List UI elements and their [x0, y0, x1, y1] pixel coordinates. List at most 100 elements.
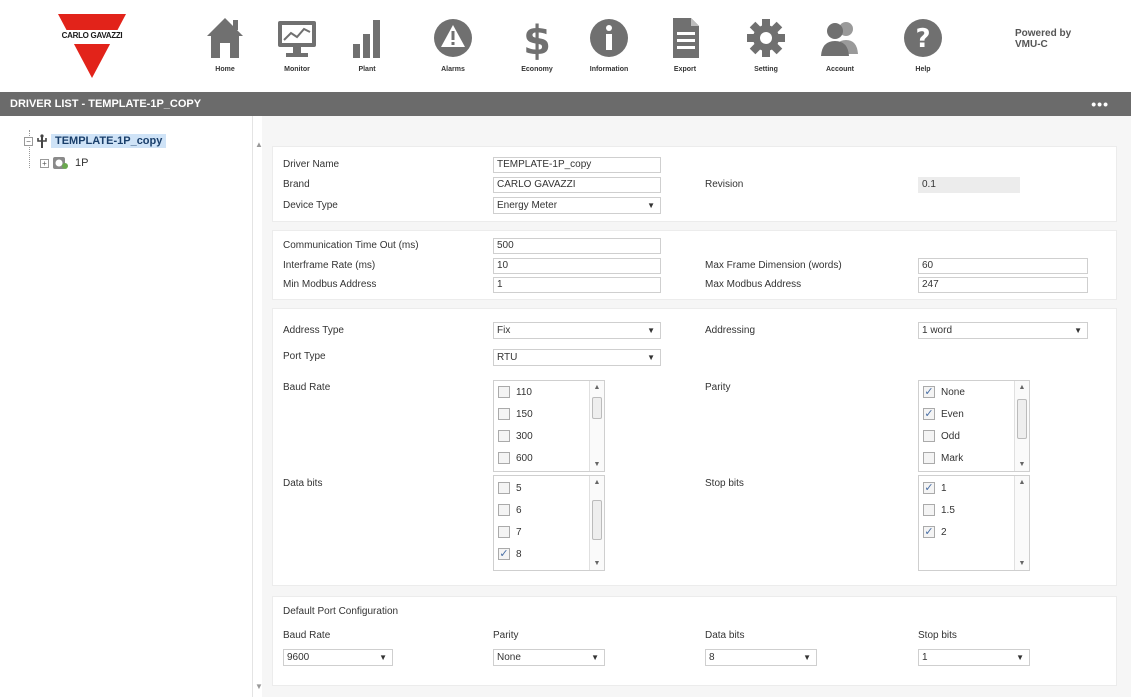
data-bits-option[interactable]: 7: [498, 526, 522, 538]
scroll-thumb[interactable]: [592, 397, 602, 419]
scroll-down-icon[interactable]: ▼: [1015, 560, 1029, 567]
scroll-thumb[interactable]: [592, 500, 602, 540]
checkbox[interactable]: [498, 526, 510, 538]
tree-node-1p[interactable]: + 1P: [40, 156, 92, 170]
device-type-select[interactable]: Energy Meter ▼: [493, 197, 661, 214]
nav-help[interactable]: ? Help: [888, 16, 958, 86]
option-label: Odd: [941, 430, 960, 442]
interframe-field[interactable]: 10: [493, 258, 661, 274]
driver-info-section: Driver Name TEMPLATE-1P_copy Brand CARLO…: [272, 146, 1117, 222]
brand-field[interactable]: CARLO GAVAZZI: [493, 177, 661, 193]
baud-option[interactable]: 110: [498, 386, 532, 398]
checkbox[interactable]: ✓: [923, 482, 935, 494]
nav-alarms[interactable]: Alarms: [418, 16, 488, 86]
users-icon: [821, 22, 858, 56]
stop-bits-option[interactable]: ✓ 1: [923, 482, 947, 494]
tree-node-root[interactable]: − TEMPLATE-1P_copy: [24, 134, 167, 148]
chevron-down-icon: ▼: [1016, 653, 1024, 662]
data-bits-option[interactable]: ✓ 8: [498, 548, 522, 560]
default-stop-bits-select[interactable]: 1 ▼: [918, 649, 1030, 666]
addressing-select[interactable]: 1 word ▼: [918, 322, 1088, 339]
bar-chart-icon: [353, 20, 380, 58]
comm-timeout-field[interactable]: 500: [493, 238, 661, 254]
stop-bits-option[interactable]: ✓ 2: [923, 526, 947, 538]
nav-monitor[interactable]: Monitor: [262, 16, 332, 86]
nav-account[interactable]: Account: [805, 16, 875, 86]
parity-option[interactable]: Odd: [923, 430, 960, 442]
checkbox[interactable]: [498, 430, 510, 442]
data-bits-listbox[interactable]: 5 6 7 ✓ 8 ▲ ▼: [493, 475, 605, 571]
parity-listbox[interactable]: ✓ None ✓ Even Odd Mark ▲ ▼: [918, 380, 1030, 472]
checkbox[interactable]: ✓: [923, 408, 935, 420]
panel-splitter[interactable]: ▲ ▼: [252, 116, 263, 697]
default-port-heading: Default Port Configuration: [283, 606, 399, 617]
stop-bits-option[interactable]: 1.5: [923, 504, 955, 516]
parity-option[interactable]: ✓ None: [923, 386, 965, 398]
default-parity-select[interactable]: None ▼: [493, 649, 605, 666]
nav-export[interactable]: Export: [650, 16, 720, 86]
baud-option[interactable]: 600: [498, 452, 533, 464]
default-data-bits-select[interactable]: 8 ▼: [705, 649, 817, 666]
listbox-scrollbar[interactable]: ▲ ▼: [1014, 476, 1029, 570]
product-name: VMU-C: [1015, 39, 1048, 50]
parity-option[interactable]: Mark: [923, 452, 963, 464]
scroll-up-icon[interactable]: ▲: [1015, 384, 1029, 391]
meter-device-icon: [53, 157, 68, 169]
info-icon: [590, 19, 628, 57]
scroll-thumb[interactable]: [1017, 399, 1027, 439]
stop-bits-listbox[interactable]: ✓ 1 1.5 ✓ 2 ▲ ▼: [918, 475, 1030, 571]
device-type-value: Energy Meter: [497, 200, 558, 211]
scroll-up-icon[interactable]: ▲: [590, 384, 604, 391]
checkbox[interactable]: ✓: [923, 386, 935, 398]
checkbox[interactable]: [923, 430, 935, 442]
listbox-scrollbar[interactable]: ▲ ▼: [589, 476, 604, 570]
checkbox[interactable]: ✓: [498, 548, 510, 560]
scroll-down-icon[interactable]: ▼: [590, 560, 604, 567]
option-label: 5: [516, 482, 522, 494]
checkbox[interactable]: [498, 504, 510, 516]
revision-field: 0.1: [918, 177, 1020, 193]
max-modbus-field[interactable]: 247: [918, 277, 1088, 293]
addressing-label: Addressing: [705, 325, 756, 336]
scroll-down-icon[interactable]: ▼: [590, 461, 604, 468]
listbox-scrollbar[interactable]: ▲ ▼: [1014, 381, 1029, 471]
scroll-down-icon[interactable]: ▼: [1015, 461, 1029, 468]
more-menu-icon[interactable]: •••: [1091, 92, 1109, 116]
max-frame-field[interactable]: 60: [918, 258, 1088, 274]
nav-setting[interactable]: Setting: [731, 16, 801, 86]
checkbox[interactable]: [498, 408, 510, 420]
page-title: DRIVER LIST - TEMPLATE-1P_COPY: [10, 98, 202, 110]
default-baud-value: 9600: [287, 652, 310, 663]
checkbox[interactable]: [498, 452, 510, 464]
baud-option[interactable]: 300: [498, 430, 533, 442]
nav-economy[interactable]: $ Economy: [502, 16, 572, 86]
data-bits-option[interactable]: 5: [498, 482, 522, 494]
nav-home[interactable]: Home: [190, 16, 260, 86]
address-type-select[interactable]: Fix ▼: [493, 322, 661, 339]
min-modbus-field[interactable]: 1: [493, 277, 661, 293]
max-frame-label: Max Frame Dimension (words): [705, 260, 842, 271]
checkbox[interactable]: [498, 482, 510, 494]
default-baud-select[interactable]: 9600 ▼: [283, 649, 393, 666]
nav-information[interactable]: Information: [574, 16, 644, 86]
data-bits-label: Data bits: [283, 478, 323, 489]
data-bits-option[interactable]: 6: [498, 504, 522, 516]
baud-option[interactable]: 150: [498, 408, 533, 420]
alarm-icon: [434, 19, 472, 57]
expand-toggle[interactable]: +: [40, 158, 49, 168]
checkbox[interactable]: [923, 504, 935, 516]
scroll-up-icon[interactable]: ▲: [1015, 479, 1029, 486]
port-type-select[interactable]: RTU ▼: [493, 349, 661, 366]
driver-name-field[interactable]: TEMPLATE-1P_copy: [493, 157, 661, 173]
checkbox[interactable]: [498, 386, 510, 398]
baud-rate-listbox[interactable]: 110 150 300 600 ▲ ▼: [493, 380, 605, 472]
checkbox[interactable]: ✓: [923, 526, 935, 538]
scroll-up-icon[interactable]: ▲: [590, 479, 604, 486]
collapse-toggle[interactable]: −: [24, 136, 33, 146]
checkbox[interactable]: [923, 452, 935, 464]
nav-plant[interactable]: Plant: [332, 16, 402, 86]
carlo-gavazzi-logo[interactable]: CARLO GAVAZZI: [52, 12, 132, 80]
parity-option[interactable]: ✓ Even: [923, 408, 964, 420]
listbox-scrollbar[interactable]: ▲ ▼: [589, 381, 604, 471]
monitor-icon: [278, 21, 316, 57]
